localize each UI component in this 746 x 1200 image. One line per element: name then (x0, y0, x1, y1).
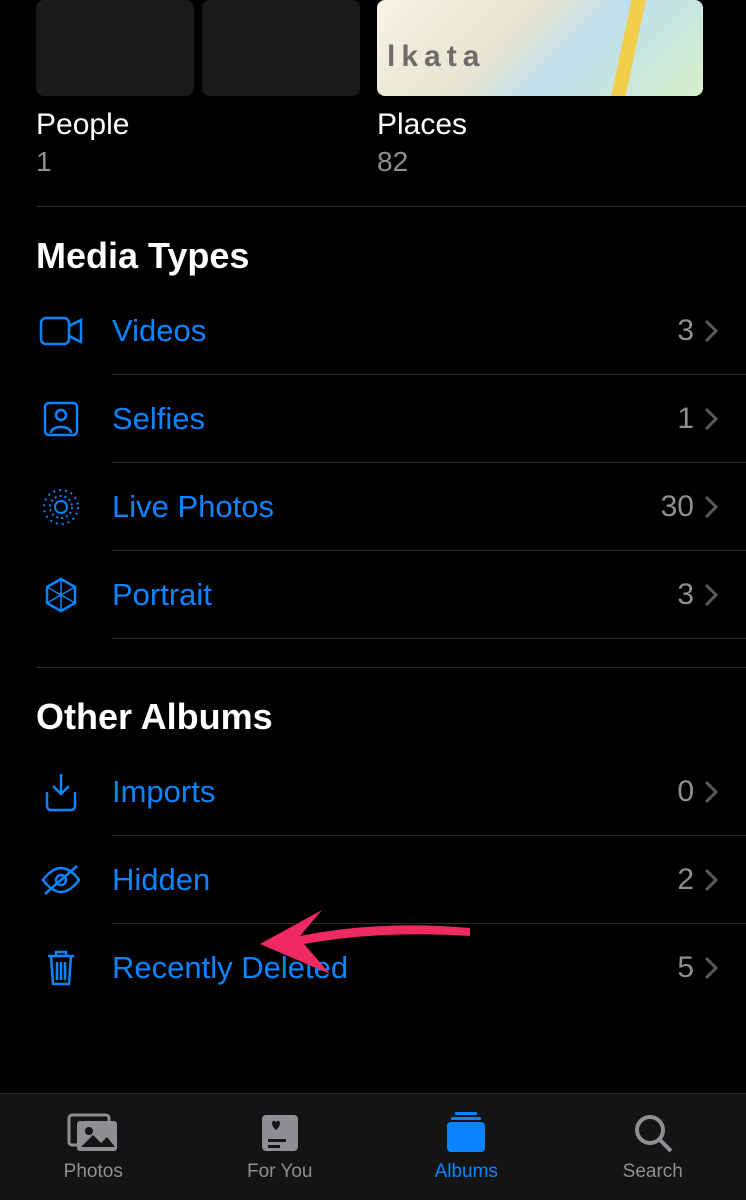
row-count: 1 (677, 402, 704, 436)
chevron-right-icon (704, 407, 746, 431)
imports-icon (36, 772, 86, 812)
media-types-title: Media Types (0, 207, 746, 287)
chevron-right-icon (704, 780, 746, 804)
tab-label: Search (623, 1161, 683, 1183)
photos-icon (67, 1111, 119, 1155)
tab-photos[interactable]: Photos (0, 1094, 187, 1200)
tab-albums[interactable]: Albums (373, 1094, 560, 1200)
row-count: 30 (661, 490, 704, 524)
chevron-right-icon (704, 868, 746, 892)
row-label: Hidden (86, 862, 677, 898)
row-count: 3 (677, 578, 704, 612)
people-places-section: People 1 lkata Places 82 (0, 0, 746, 178)
row-label: Recently Deleted (86, 950, 677, 986)
row-count: 5 (677, 951, 704, 985)
tab-for-you[interactable]: For You (187, 1094, 374, 1200)
trash-icon (36, 948, 86, 988)
places-map-thumb: lkata (377, 0, 703, 96)
for-you-icon (258, 1111, 302, 1155)
chevron-right-icon (704, 319, 746, 343)
people-album[interactable]: People 1 (36, 0, 369, 178)
albums-icon (443, 1111, 489, 1155)
row-videos[interactable]: Videos 3 (0, 287, 746, 375)
row-imports[interactable]: Imports 0 (0, 748, 746, 836)
video-icon (36, 316, 86, 346)
hidden-icon (36, 864, 86, 896)
tab-label: For You (247, 1161, 313, 1183)
row-count: 2 (677, 863, 704, 897)
places-label: Places (377, 108, 710, 142)
other-albums-title: Other Albums (0, 668, 746, 748)
chevron-right-icon (704, 956, 746, 980)
people-count: 1 (36, 146, 369, 178)
people-label: People (36, 108, 369, 142)
row-label: Portrait (86, 577, 677, 613)
places-count: 82 (377, 146, 710, 178)
row-label: Videos (86, 313, 677, 349)
tab-search[interactable]: Search (560, 1094, 746, 1200)
row-label: Selfies (86, 401, 677, 437)
media-types-list: Videos 3 Selfies 1 Live Photos 30 (0, 287, 746, 639)
tab-label: Albums (435, 1161, 498, 1183)
selfies-icon (36, 401, 86, 437)
live-photos-icon (36, 487, 86, 527)
row-portrait[interactable]: Portrait 3 (0, 551, 746, 639)
row-count: 3 (677, 314, 704, 348)
row-count: 0 (677, 775, 704, 809)
chevron-right-icon (704, 495, 746, 519)
tab-label: Photos (64, 1161, 123, 1183)
row-label: Imports (86, 774, 677, 810)
places-album[interactable]: lkata Places 82 (377, 0, 710, 178)
portrait-icon (36, 575, 86, 615)
row-label: Live Photos (86, 489, 661, 525)
row-live-photos[interactable]: Live Photos 30 (0, 463, 746, 551)
row-selfies[interactable]: Selfies 1 (0, 375, 746, 463)
chevron-right-icon (704, 583, 746, 607)
row-hidden[interactable]: Hidden 2 (0, 836, 746, 924)
people-thumb-1 (36, 0, 194, 96)
row-recently-deleted[interactable]: Recently Deleted 5 (0, 924, 746, 1012)
other-albums-list: Imports 0 Hidden 2 Recently Deleted 5 (0, 748, 746, 1012)
people-thumb-2 (202, 0, 360, 96)
search-icon (633, 1111, 673, 1155)
places-map-text: lkata (387, 40, 485, 74)
tab-bar: Photos For You Albums Sear (0, 1093, 746, 1200)
